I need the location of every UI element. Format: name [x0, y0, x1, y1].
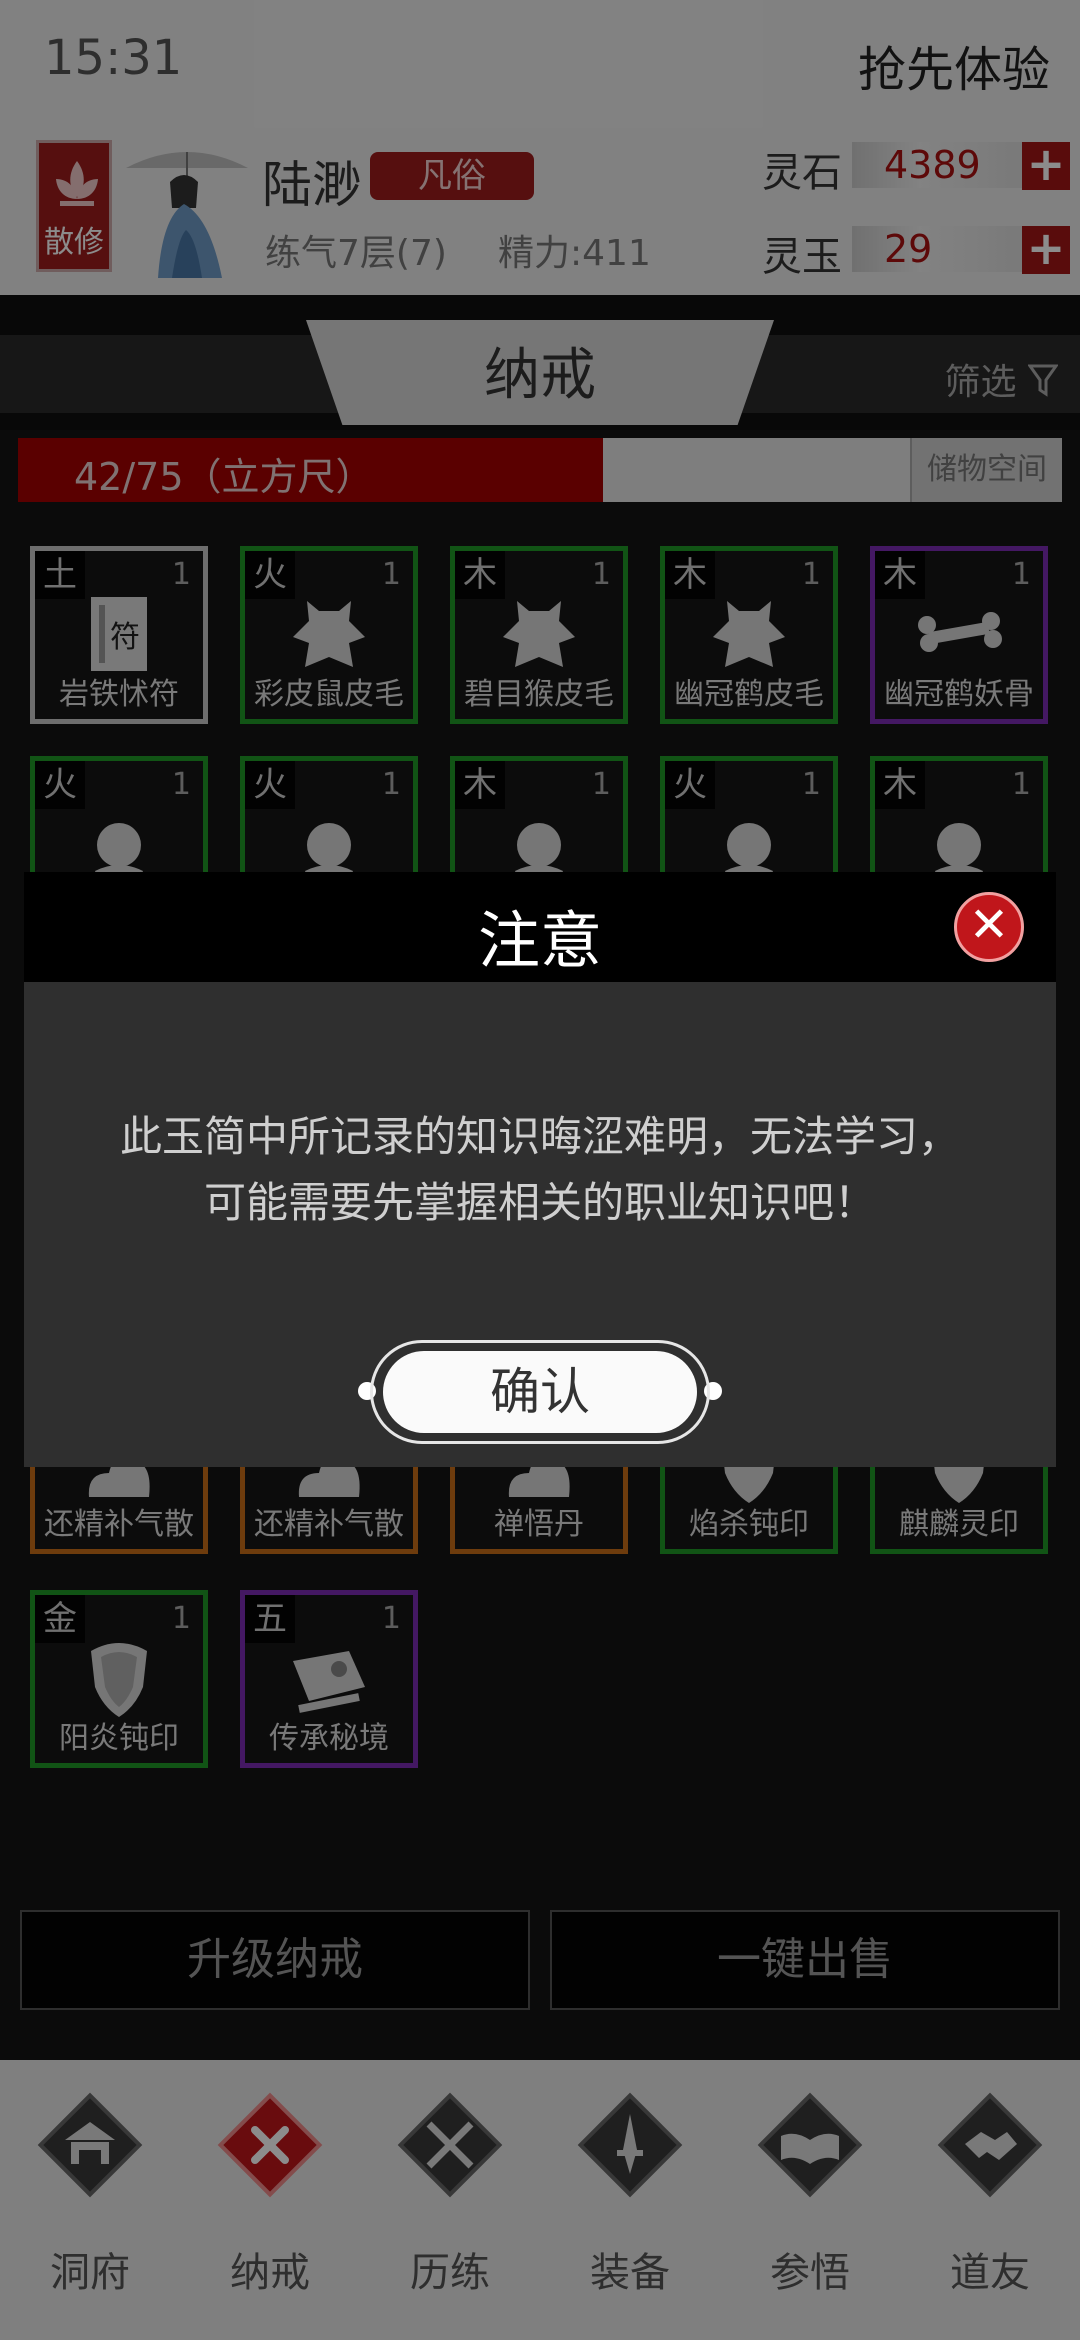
- dialog-title: 注意: [477, 904, 602, 977]
- notice-dialog: 注意 ✕ 此玉简中所记录的知识晦涩难明，无法学习，可能需要先掌握相关的职业知识吧…: [24, 872, 1056, 1467]
- dialog-message: 此玉简中所记录的知识晦涩难明，无法学习，可能需要先掌握相关的职业知识吧！: [119, 1112, 960, 1227]
- dialog-header: 注意 ✕: [24, 872, 1056, 982]
- confirm-button-frame: 确认: [370, 1340, 710, 1444]
- confirm-button[interactable]: 确认: [383, 1351, 697, 1433]
- close-button[interactable]: ✕: [954, 892, 1024, 962]
- close-icon: ✕: [968, 897, 1010, 953]
